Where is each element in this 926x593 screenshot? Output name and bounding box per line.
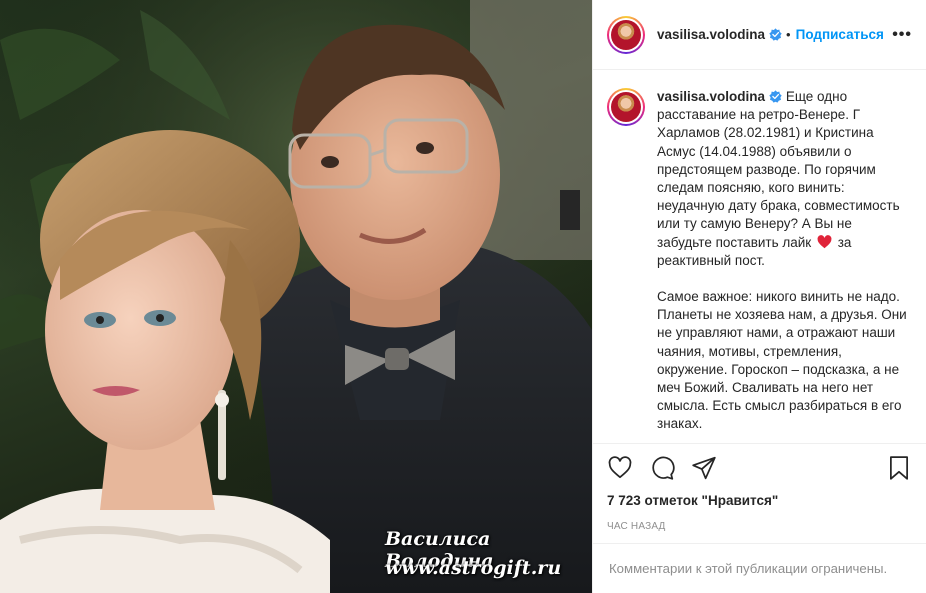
post-details-panel: vasilisa.volodina • Подписаться ••• vasi… — [592, 0, 926, 593]
caption-author-avatar[interactable] — [607, 88, 645, 126]
author-avatar[interactable] — [607, 15, 645, 54]
caption-area: vasilisa.volodina Еще одно расставание н… — [593, 70, 926, 443]
post-header: vasilisa.volodina • Подписаться ••• — [593, 0, 926, 70]
follow-button[interactable]: Подписаться — [796, 27, 884, 42]
caption-paragraph-1: Еще одно расставание на ретро-Венере. Г … — [657, 89, 900, 250]
caption-paragraph-2: Самое важное: никого винить не надо. Пла… — [657, 289, 907, 432]
red-heart-emoji-icon — [817, 234, 832, 248]
more-options-icon[interactable]: ••• — [892, 26, 912, 44]
caption-avatar-image — [611, 92, 641, 122]
share-icon[interactable] — [691, 455, 717, 481]
couple-photo-illustration — [0, 0, 592, 593]
author-username[interactable]: vasilisa.volodina — [657, 27, 765, 42]
caption-verified-badge-icon — [769, 90, 782, 103]
header-separator: • — [786, 27, 791, 42]
bookmark-icon[interactable] — [886, 455, 912, 481]
post-photo[interactable]: Василиса Володина www.astrogift.ru — [0, 0, 592, 593]
watermark-site: www.astrogift.ru — [385, 557, 562, 579]
action-bar — [593, 443, 926, 491]
caption-username[interactable]: vasilisa.volodina — [657, 89, 765, 104]
avatar-image — [611, 19, 641, 50]
post-timestamp[interactable]: час назад — [593, 513, 926, 543]
instagram-post: Василиса Володина www.astrogift.ru vasil… — [0, 0, 926, 593]
comment-icon[interactable] — [649, 455, 675, 481]
heart-icon[interactable] — [607, 455, 633, 481]
comments-limited-notice: Комментарии к этой публикации ограничены… — [593, 543, 926, 593]
verified-badge-icon — [769, 28, 782, 41]
caption-text: vasilisa.volodina Еще одно расставание н… — [657, 88, 907, 443]
likes-count[interactable]: 7 723 отметок "Нравится" — [593, 491, 926, 513]
